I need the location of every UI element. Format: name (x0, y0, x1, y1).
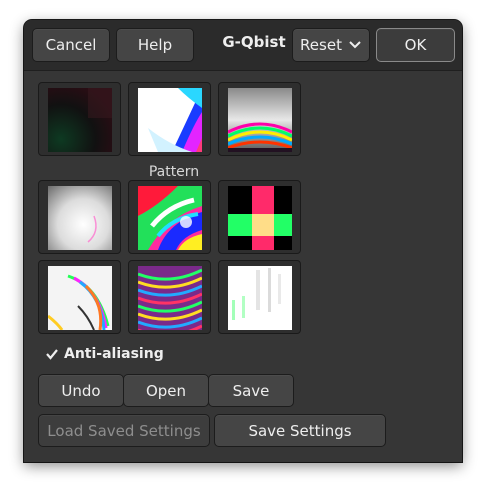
pattern-image-8 (138, 266, 202, 330)
anti-aliasing-checkbox[interactable]: Anti-aliasing (44, 344, 164, 364)
help-button[interactable]: Help (116, 28, 194, 62)
checkmark-icon (44, 346, 60, 362)
save-label: Save (232, 381, 270, 400)
cancel-label: Cancel (45, 36, 97, 54)
ok-button[interactable]: OK (376, 28, 455, 62)
anti-aliasing-label: Anti-aliasing (64, 346, 164, 362)
pattern-image-1 (48, 88, 112, 152)
cancel-button[interactable]: Cancel (32, 28, 110, 62)
pattern-image-3 (228, 88, 292, 152)
pattern-image-7 (48, 266, 112, 330)
gqbist-dialog: Cancel Help G-Qbist Reset OK Pattern Ant… (24, 20, 462, 462)
pattern-thumbnail-5[interactable] (128, 180, 211, 254)
pattern-image-4 (48, 186, 112, 250)
load-saved-settings-button[interactable]: Load Saved Settings (38, 414, 210, 447)
pattern-image-9 (228, 266, 292, 330)
pattern-thumbnail-1[interactable] (38, 82, 121, 156)
save-button[interactable]: Save (208, 374, 294, 407)
load-saved-settings-label: Load Saved Settings (47, 421, 201, 440)
reset-menu-button[interactable]: Reset (292, 28, 370, 62)
open-button[interactable]: Open (123, 374, 209, 407)
help-label: Help (137, 36, 173, 54)
save-settings-label: Save Settings (248, 421, 352, 440)
pattern-thumbnail-9[interactable] (218, 260, 301, 334)
pattern-image-2 (138, 88, 202, 152)
dialog-title: G-Qbist (222, 33, 286, 51)
pattern-image-6 (228, 186, 292, 250)
chevron-down-icon (348, 36, 362, 54)
reset-label: Reset (300, 36, 342, 54)
pattern-image-5 (138, 186, 202, 250)
open-label: Open (145, 381, 187, 400)
pattern-thumbnail-6[interactable] (218, 180, 301, 254)
dialog-header: Cancel Help G-Qbist Reset OK (24, 20, 462, 71)
pattern-thumbnail-8[interactable] (128, 260, 211, 334)
undo-label: Undo (61, 381, 101, 400)
pattern-thumbnail-4[interactable] (38, 180, 121, 254)
pattern-thumbnail-7[interactable] (38, 260, 121, 334)
pattern-label: Pattern (148, 164, 200, 180)
undo-button[interactable]: Undo (38, 374, 124, 407)
ok-label: OK (404, 36, 427, 54)
pattern-thumbnail-3[interactable] (218, 82, 301, 156)
save-settings-button[interactable]: Save Settings (214, 414, 386, 447)
pattern-thumbnail-2[interactable] (128, 82, 211, 156)
